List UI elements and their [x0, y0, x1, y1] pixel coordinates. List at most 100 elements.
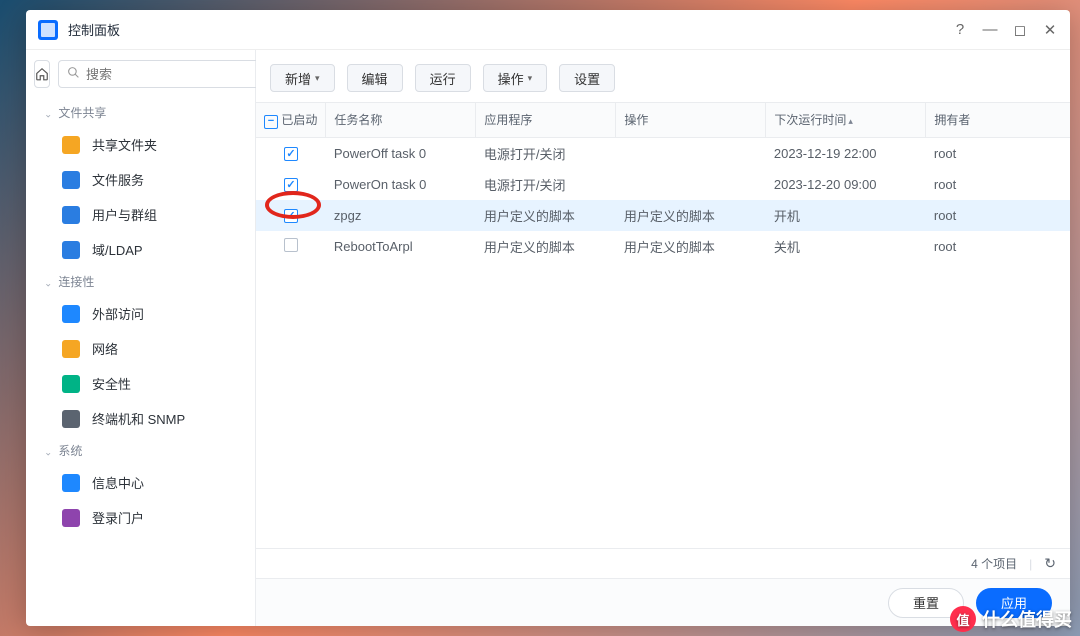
cell-name: RebootToArpl [326, 231, 476, 262]
sidebar-group-header[interactable]: ⌃ 系统 [26, 436, 255, 465]
toolbar: 新增▾ 编辑 运行 操作▾ 设置 [256, 50, 1070, 102]
item-count-label: 4 个项目 [971, 555, 1017, 572]
enabled-checkbox[interactable] [284, 178, 298, 192]
sidebar-item-label: 域/LDAP [92, 240, 143, 259]
action-button[interactable]: 操作▾ [483, 64, 548, 92]
sidebar-item[interactable]: 共享文件夹 [26, 127, 255, 162]
caret-down-icon: ▾ [528, 73, 533, 84]
add-button[interactable]: 新增▾ [270, 64, 335, 92]
external-access-icon [62, 305, 80, 323]
caret-down-icon: ▾ [315, 73, 320, 84]
sidebar-item-label: 登录门户 [92, 508, 144, 527]
search-input[interactable] [86, 67, 262, 82]
sidebar-group-header[interactable]: ⌃ 连接性 [26, 267, 255, 296]
control-panel-window: 控制面板 ? — ◻ ✕ ⌃文件共享共享文件夹文件服务用户与群组域/LDAP⌃连… [26, 10, 1070, 626]
col-name-header[interactable]: 任务名称 [326, 103, 476, 137]
security-shield-icon [62, 375, 80, 393]
titlebar: 控制面板 ? — ◻ ✕ [26, 10, 1070, 50]
cell-next: 开机 [766, 200, 926, 231]
col-op-header[interactable]: 操作 [616, 103, 766, 137]
sidebar-item-label: 终端机和 SNMP [92, 409, 185, 428]
table-row[interactable]: RebootToArpl用户定义的脚本用户定义的脚本关机root [256, 231, 1070, 262]
sidebar-group-header[interactable]: ⌃文件共享 [26, 98, 255, 127]
search-box[interactable] [58, 60, 271, 88]
col-app-header[interactable]: 应用程序 [476, 103, 616, 137]
minimize-icon[interactable]: — [982, 21, 998, 38]
settings-button[interactable]: 设置 [559, 64, 615, 92]
info-center-icon [62, 474, 80, 492]
sidebar-item-label: 安全性 [92, 374, 131, 393]
sidebar-item[interactable]: 安全性 [26, 366, 255, 401]
help-icon[interactable]: ? [952, 21, 968, 38]
cell-name: zpgz [326, 200, 476, 231]
sidebar-item[interactable]: 登录门户 [26, 500, 255, 535]
file-service-icon [62, 171, 80, 189]
sidebar: ⌃文件共享共享文件夹文件服务用户与群组域/LDAP⌃连接性外部访问网络安全性终端… [26, 50, 256, 626]
sidebar-item[interactable]: 外部访问 [26, 296, 255, 331]
cell-next: 2023-12-19 22:00 [766, 137, 926, 169]
cell-name: PowerOff task 0 [326, 137, 476, 169]
col-owner-header[interactable]: 拥有者 [926, 103, 1070, 137]
cell-app: 用户定义的脚本 [476, 200, 616, 231]
group-label: 连接性 [58, 273, 94, 290]
close-icon[interactable]: ✕ [1042, 21, 1058, 39]
sidebar-item[interactable]: 域/LDAP [26, 232, 255, 267]
run-button[interactable]: 运行 [415, 64, 471, 92]
cell-next: 关机 [766, 231, 926, 262]
enabled-checkbox[interactable] [284, 209, 298, 223]
table-row[interactable]: zpgz用户定义的脚本用户定义的脚本开机root [256, 200, 1070, 231]
cell-op [616, 137, 766, 169]
terminal-snmp-icon [62, 410, 80, 428]
refresh-icon[interactable]: ↻ [1044, 555, 1056, 572]
sidebar-item-label: 网络 [92, 339, 118, 358]
table-row[interactable]: PowerOn task 0电源打开/关闭2023-12-20 09:00roo… [256, 169, 1070, 200]
sidebar-item-label: 信息中心 [92, 473, 144, 492]
cell-op [616, 169, 766, 200]
window-body: ⌃文件共享共享文件夹文件服务用户与群组域/LDAP⌃连接性外部访问网络安全性终端… [26, 50, 1070, 626]
footer: 重置 应用 [256, 578, 1070, 626]
indeterminate-checkbox-icon[interactable] [264, 115, 278, 129]
login-portal-icon [62, 509, 80, 527]
home-button[interactable] [34, 60, 50, 88]
col-enabled-header[interactable]: 已启动 [256, 103, 326, 137]
enabled-checkbox[interactable] [284, 147, 298, 161]
cell-app: 用户定义的脚本 [476, 231, 616, 262]
table-header-row: 已启动 任务名称 应用程序 操作 下次运行时间▴ 拥有者 [256, 103, 1070, 137]
chevron-up-icon: ⌃ [44, 276, 52, 287]
table-container: 已启动 任务名称 应用程序 操作 下次运行时间▴ 拥有者 PowerOff ta… [256, 102, 1070, 578]
ldap-icon [62, 241, 80, 259]
cell-owner: root [926, 231, 1070, 262]
divider: | [1029, 557, 1032, 571]
watermark: 值 什么值得买 [950, 606, 1072, 632]
watermark-text: 什么值得买 [982, 606, 1072, 632]
main-panel: 新增▾ 编辑 运行 操作▾ 设置 已启动 任务名称 应用程序 操作 [256, 50, 1070, 626]
search-row [26, 50, 255, 98]
sidebar-item-label: 用户与群组 [92, 205, 157, 224]
enabled-checkbox[interactable] [284, 238, 298, 252]
sort-asc-icon: ▴ [848, 116, 853, 126]
sidebar-item-label: 文件服务 [92, 170, 144, 189]
cell-owner: root [926, 169, 1070, 200]
watermark-badge-icon: 值 [950, 606, 976, 632]
cell-next: 2023-12-20 09:00 [766, 169, 926, 200]
users-groups-icon [62, 206, 80, 224]
sidebar-item[interactable]: 终端机和 SNMP [26, 401, 255, 436]
status-bar: 4 个项目 | ↻ [256, 548, 1070, 578]
col-next-header[interactable]: 下次运行时间▴ [766, 103, 926, 137]
cell-owner: root [926, 200, 1070, 231]
task-table-wrap: 已启动 任务名称 应用程序 操作 下次运行时间▴ 拥有者 PowerOff ta… [256, 102, 1070, 548]
sidebar-item[interactable]: 文件服务 [26, 162, 255, 197]
cell-op: 用户定义的脚本 [616, 200, 766, 231]
group-label: 文件共享 [58, 104, 106, 121]
sidebar-item[interactable]: 信息中心 [26, 465, 255, 500]
table-row[interactable]: PowerOff task 0电源打开/关闭2023-12-19 22:00ro… [256, 137, 1070, 169]
maximize-icon[interactable]: ◻ [1012, 21, 1028, 39]
sidebar-item-label: 外部访问 [92, 304, 144, 323]
sidebar-item[interactable]: 网络 [26, 331, 255, 366]
group-label: 系统 [58, 442, 82, 459]
cell-name: PowerOn task 0 [326, 169, 476, 200]
chevron-up-icon: ⌃ [44, 445, 52, 456]
edit-button[interactable]: 编辑 [347, 64, 403, 92]
cell-app: 电源打开/关闭 [476, 137, 616, 169]
sidebar-item[interactable]: 用户与群组 [26, 197, 255, 232]
